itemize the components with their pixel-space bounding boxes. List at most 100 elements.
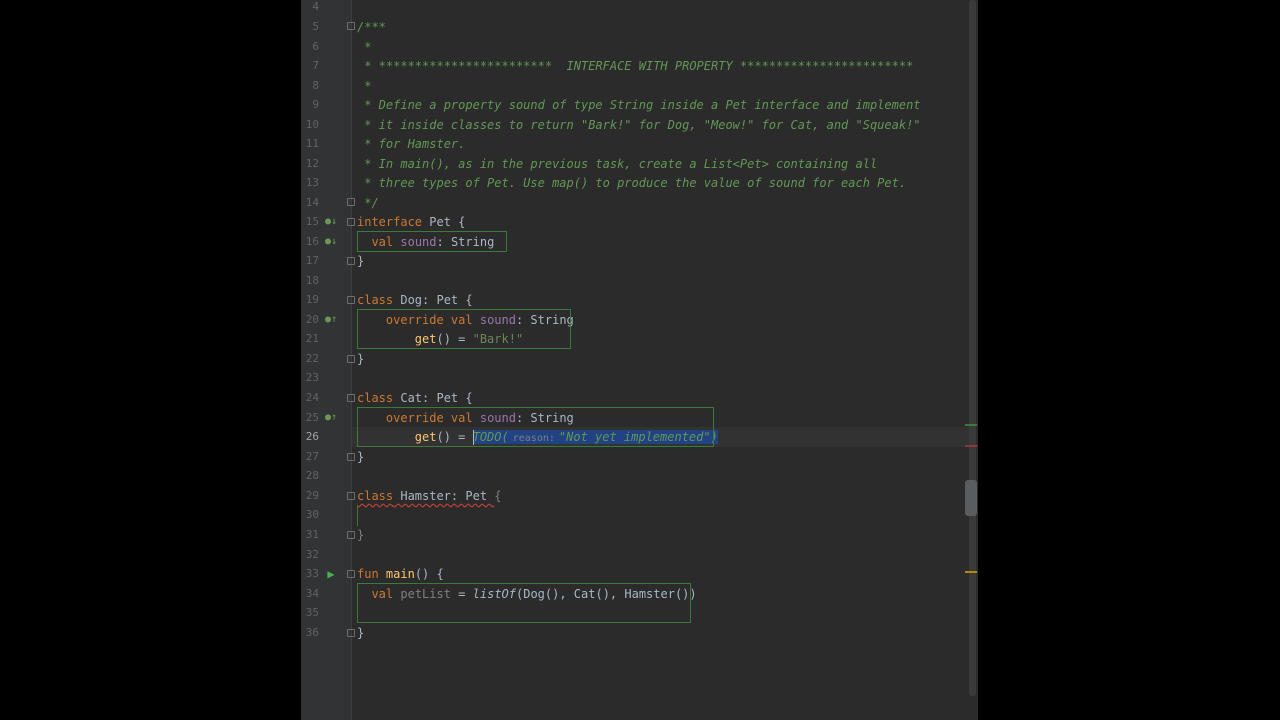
code-line[interactable]: } — [357, 349, 364, 369]
line-number[interactable]: 6 — [301, 37, 319, 57]
line-number[interactable]: 4 — [301, 0, 319, 17]
line-number[interactable]: 9 — [301, 95, 319, 115]
fold-marker[interactable] — [347, 629, 355, 637]
line-number[interactable]: 11 — [301, 134, 319, 154]
code-line[interactable]: val sound: String — [357, 232, 494, 252]
line-number[interactable]: 30 — [301, 505, 319, 525]
implementing-icon[interactable]: ●↑ — [325, 412, 337, 424]
code-text: Dog: Pet { — [393, 293, 473, 307]
keyword: override val — [385, 411, 473, 425]
function-name: listOf — [472, 587, 516, 601]
implemented-icon[interactable]: ●↓ — [325, 216, 337, 228]
code-line[interactable]: } — [357, 251, 364, 271]
implementing-icon[interactable]: ●↑ — [325, 314, 337, 326]
fold-marker[interactable] — [347, 492, 355, 500]
line-number[interactable]: 31 — [301, 525, 319, 545]
code-line[interactable]: * — [357, 76, 371, 96]
fold-marker[interactable] — [347, 296, 355, 304]
line-number[interactable]: 27 — [301, 447, 319, 467]
code-line[interactable]: class Cat: Pet { — [357, 388, 473, 408]
line-number[interactable]: 24 — [301, 388, 319, 408]
line-number[interactable]: 36 — [301, 623, 319, 643]
code-text: (Dog(), Cat(), Hamster()) — [516, 587, 697, 601]
line-number[interactable]: 32 — [301, 545, 319, 565]
keyword: fun — [357, 567, 379, 581]
line-number[interactable]: 13 — [301, 173, 319, 193]
line-number[interactable]: 16 — [301, 232, 319, 252]
fold-marker[interactable] — [347, 531, 355, 539]
code-line[interactable]: /*** — [357, 17, 386, 37]
selected-text[interactable]: TODO(reason: "Not yet implemented") — [472, 430, 718, 445]
code-line[interactable]: class Dog: Pet { — [357, 290, 473, 310]
property: sound — [479, 411, 516, 425]
code-line[interactable]: */ — [357, 193, 378, 213]
line-number[interactable]: 34 — [301, 584, 319, 604]
fold-marker[interactable] — [347, 218, 355, 226]
fold-marker[interactable] — [347, 257, 355, 265]
code-line[interactable]: * In main(), as in the previous task, cr… — [357, 154, 877, 174]
code-line[interactable]: get() = TODO(reason: "Not yet implemented… — [357, 427, 718, 447]
code-line[interactable]: get() = "Bark!" — [357, 329, 523, 349]
line-number[interactable]: 35 — [301, 603, 319, 623]
fold-marker[interactable] — [347, 198, 355, 206]
code-line[interactable]: override val sound: String — [357, 310, 574, 330]
scroll-marker[interactable] — [965, 424, 977, 426]
line-number[interactable]: 10 — [301, 115, 319, 135]
code-line[interactable]: } — [357, 447, 364, 467]
code-text: () = — [436, 332, 473, 346]
line-number[interactable]: 20 — [301, 310, 319, 330]
code-line[interactable]: override val sound: String — [357, 408, 574, 428]
code-text: : String — [436, 235, 495, 249]
line-number[interactable]: 33 — [301, 564, 319, 584]
line-number[interactable]: 29 — [301, 486, 319, 506]
code-line[interactable]: val petList = listOf(Dog(), Cat(), Hamst… — [357, 584, 697, 604]
code-line[interactable]: * — [357, 37, 371, 57]
line-number[interactable]: 23 — [301, 368, 319, 388]
line-number[interactable]: 17 — [301, 251, 319, 271]
keyword: override val — [385, 313, 473, 327]
code-text: Cat: Pet { — [393, 391, 473, 405]
code-line[interactable]: fun main() { — [357, 564, 444, 584]
fold-marker[interactable] — [347, 22, 355, 30]
line-number[interactable]: 14 — [301, 193, 319, 213]
function-name: get — [414, 332, 437, 346]
fold-marker[interactable] — [347, 570, 355, 578]
code-text: : String — [515, 411, 574, 425]
scrollbar-track[interactable] — [969, 0, 976, 696]
code-line[interactable]: * it inside classes to return "Bark!" fo… — [357, 115, 920, 135]
code-line[interactable]: } — [357, 525, 364, 545]
keyword: interface — [357, 215, 423, 229]
implemented-icon[interactable]: ●↓ — [325, 236, 337, 248]
scrollbar-thumb[interactable] — [965, 480, 977, 516]
code-line[interactable]: * three types of Pet. Use map() to produ… — [357, 173, 906, 193]
code-editor[interactable]: 4 5 6 7 8 9 10 11 12 13 14 15 16 17 18 19 20 21 22 23 24 25 26… — [301, 0, 978, 720]
line-number[interactable]: 18 — [301, 271, 319, 291]
scroll-marker[interactable] — [965, 445, 977, 447]
keyword: val — [371, 235, 394, 249]
code-line[interactable]: * for Hamster. — [357, 134, 465, 154]
line-number[interactable]: 7 — [301, 56, 319, 76]
line-number[interactable]: 22 — [301, 349, 319, 369]
code-line[interactable]: * ************************ INTERFACE WIT… — [357, 56, 913, 76]
scroll-marker[interactable] — [965, 571, 977, 573]
line-number[interactable]: 5 — [301, 17, 319, 37]
line-number[interactable]: 25 — [301, 408, 319, 428]
property: sound — [479, 313, 516, 327]
run-icon[interactable]: ▶ — [325, 568, 337, 580]
fold-marker[interactable] — [347, 394, 355, 402]
code-line[interactable]: class Hamster: Pet { — [357, 486, 502, 506]
line-number[interactable]: 8 — [301, 76, 319, 96]
line-number[interactable]: 15 — [301, 212, 319, 232]
code-line[interactable]: interface Pet { — [357, 212, 465, 232]
code-line[interactable]: * Define a property sound of type String… — [357, 95, 920, 115]
line-number[interactable]: 28 — [301, 466, 319, 486]
line-number[interactable]: 12 — [301, 154, 319, 174]
highlight-box — [357, 505, 360, 526]
fold-marker[interactable] — [347, 355, 355, 363]
code-line[interactable]: } — [357, 623, 364, 643]
fold-marker[interactable] — [347, 453, 355, 461]
line-number[interactable]: 19 — [301, 290, 319, 310]
line-number[interactable]: 21 — [301, 329, 319, 349]
line-number[interactable]: 26 — [301, 427, 319, 447]
keyword: class — [357, 489, 394, 503]
